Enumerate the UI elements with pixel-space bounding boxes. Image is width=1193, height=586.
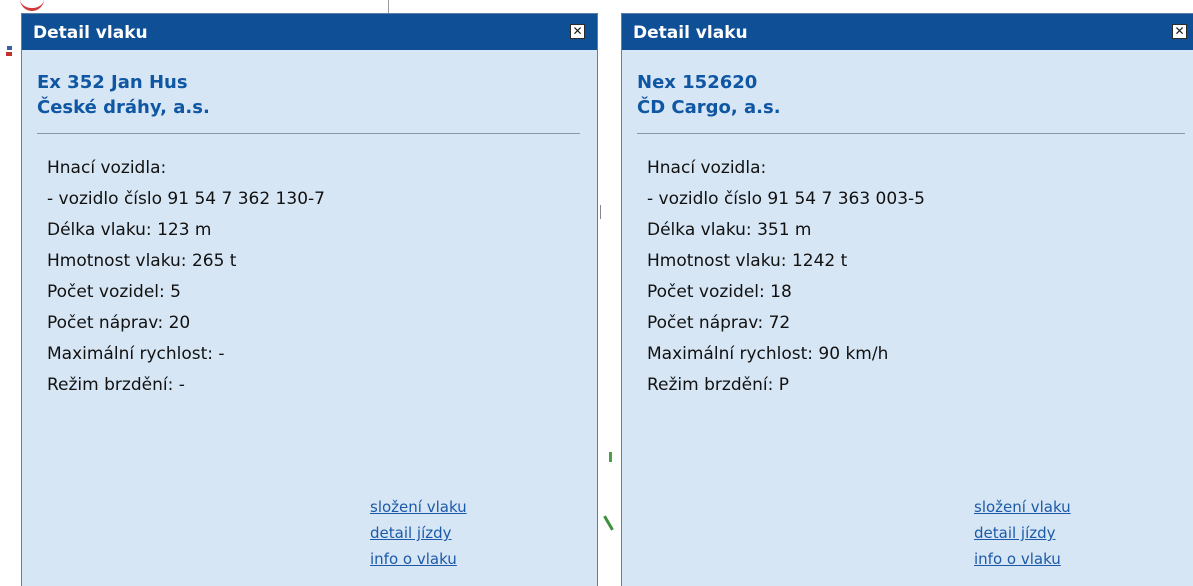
info-line: Počet vozidel: 5 (47, 282, 181, 302)
train-composition-link[interactable]: složení vlaku (974, 494, 1071, 520)
ride-detail-link[interactable]: detail jízdy (370, 520, 467, 546)
close-icon[interactable]: ✕ (1172, 24, 1187, 39)
train-detail-panel: Detail vlaku ✕ Ex 352 Jan Hus České dráh… (21, 13, 598, 586)
map-line-mark (600, 205, 605, 219)
panel-header[interactable]: Detail vlaku ✕ (622, 14, 1193, 50)
info-line: Hmotnost vlaku: 1242 t (647, 251, 848, 271)
train-heading: Ex 352 Jan Hus České dráhy, a.s. (37, 70, 210, 120)
map-line-mark (388, 0, 389, 13)
panel-links: složení vlaku detail jízdy info o vlaku (370, 494, 467, 572)
map-line-mark (603, 515, 614, 531)
info-line: - vozidlo číslo 91 54 7 362 130-7 (47, 189, 325, 209)
train-detail-panel: Detail vlaku ✕ Nex 152620 ČD Cargo, a.s.… (621, 13, 1193, 586)
train-info-link[interactable]: info o vlaku (370, 546, 467, 572)
train-composition-link[interactable]: složení vlaku (370, 494, 467, 520)
info-line: Maximální rychlost: - (47, 344, 225, 364)
train-info-link[interactable]: info o vlaku (974, 546, 1071, 572)
panel-links: složení vlaku detail jízdy info o vlaku (974, 494, 1071, 572)
info-line: Režim brzdění: - (47, 375, 185, 395)
train-operator: České dráhy, a.s. (37, 97, 210, 118)
panel-title: Detail vlaku (33, 23, 148, 43)
info-line: Délka vlaku: 123 m (47, 220, 212, 240)
train-operator: ČD Cargo, a.s. (637, 97, 781, 118)
train-info-list: Hnací vozidla: - vozidlo číslo 91 54 7 3… (647, 153, 925, 401)
info-line: Počet náprav: 72 (647, 313, 791, 333)
map-marker (6, 52, 12, 56)
info-line: Hnací vozidla: (647, 158, 767, 178)
map-route-mark (20, 0, 44, 11)
divider (637, 133, 1185, 134)
panel-header[interactable]: Detail vlaku ✕ (22, 14, 597, 50)
map-marker (7, 46, 12, 50)
ride-detail-link[interactable]: detail jízdy (974, 520, 1071, 546)
info-line: Počet náprav: 20 (47, 313, 191, 333)
info-line: Maximální rychlost: 90 km/h (647, 344, 889, 364)
info-line: Délka vlaku: 351 m (647, 220, 812, 240)
panel-title: Detail vlaku (633, 23, 748, 43)
info-line: - vozidlo číslo 91 54 7 363 003-5 (647, 189, 925, 209)
info-line: Hmotnost vlaku: 265 t (47, 251, 237, 271)
close-icon[interactable]: ✕ (570, 24, 585, 39)
train-heading: Nex 152620 ČD Cargo, a.s. (637, 70, 781, 120)
map-line-mark (609, 452, 612, 462)
train-name: Nex 152620 (637, 72, 758, 93)
info-line: Počet vozidel: 18 (647, 282, 792, 302)
train-info-list: Hnací vozidla: - vozidlo číslo 91 54 7 3… (47, 153, 325, 401)
train-name: Ex 352 Jan Hus (37, 72, 188, 93)
info-line: Režim brzdění: P (647, 375, 789, 395)
divider (37, 133, 580, 134)
info-line: Hnací vozidla: (47, 158, 167, 178)
